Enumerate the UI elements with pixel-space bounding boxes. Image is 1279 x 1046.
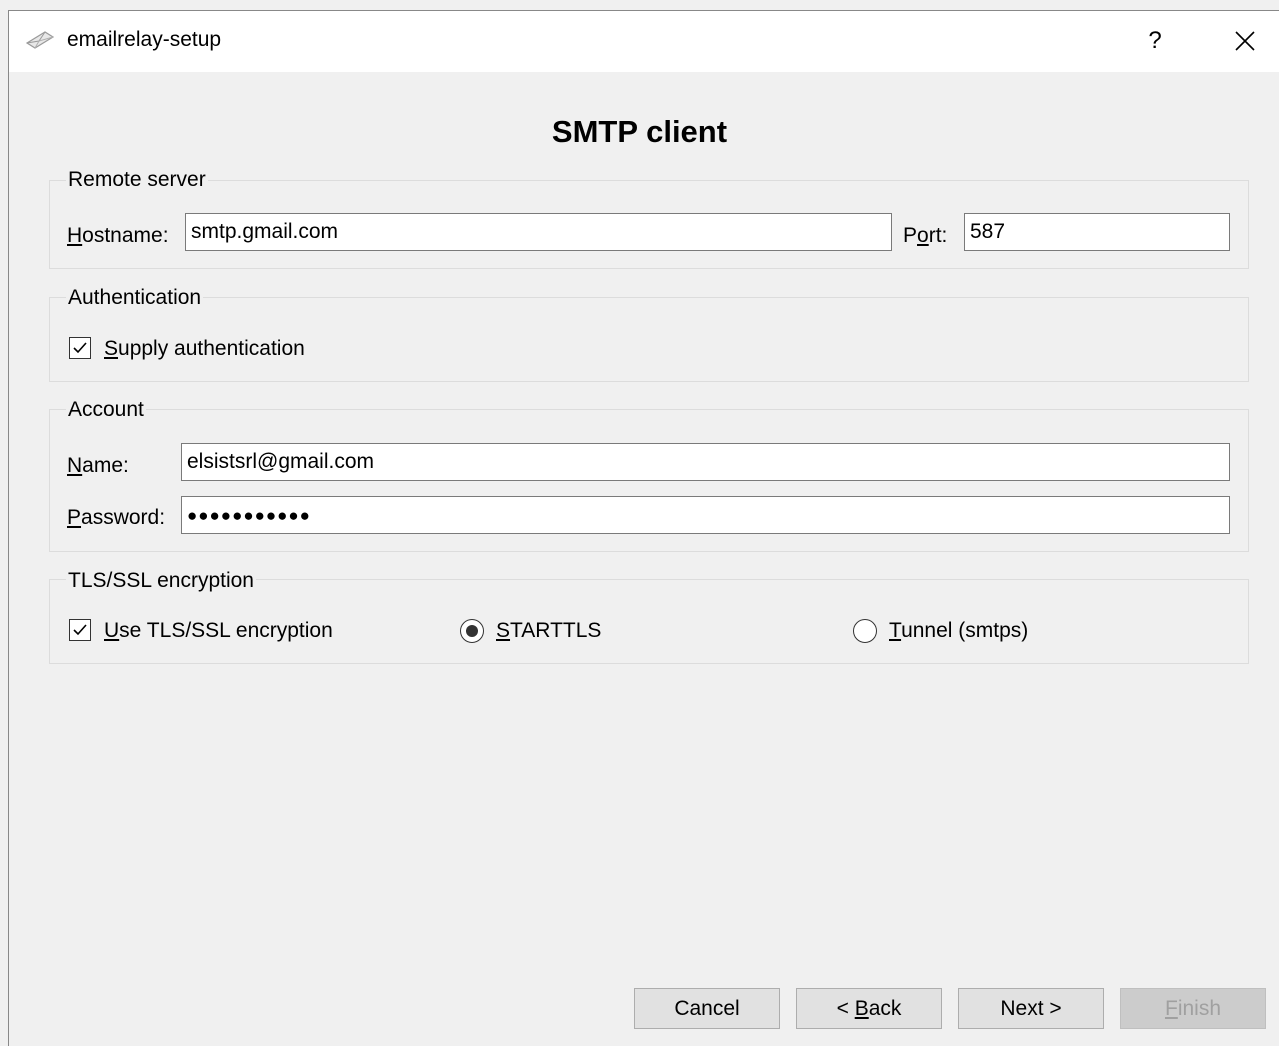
tls-group-title: TLS/SSL encryption xyxy=(66,569,256,593)
next-button[interactable]: Next > xyxy=(958,988,1104,1029)
finish-text: inish xyxy=(1177,996,1222,1020)
radio-selected-dot xyxy=(466,625,478,637)
back-button[interactable]: < Back xyxy=(796,988,942,1029)
hostname-label: Hostname: xyxy=(67,224,169,248)
page-title: SMTP client xyxy=(551,114,728,149)
port-label-pre: P xyxy=(903,224,918,247)
help-button[interactable]: ? xyxy=(1132,12,1178,70)
port-label-post: rt: xyxy=(928,224,948,247)
finish-mnemonic: F xyxy=(1164,996,1178,1020)
account-group-title: Account xyxy=(66,398,146,422)
starttls-label[interactable]: STARTTLS xyxy=(496,619,601,643)
password-mask: ●●●●●●●●●●● xyxy=(187,506,311,525)
name-label-text: ame: xyxy=(82,454,129,477)
remote-server-group-title: Remote server xyxy=(66,168,208,192)
password-label-text: assword: xyxy=(81,506,166,529)
starttls-mnemonic: S xyxy=(496,619,511,642)
name-label: Name: xyxy=(67,454,129,478)
name-label-mnemonic: N xyxy=(67,454,83,477)
back-text: ack xyxy=(868,996,902,1020)
envelope-icon xyxy=(25,31,55,49)
back-prefix: < xyxy=(836,996,855,1020)
supply-authentication-checkbox[interactable] xyxy=(69,337,91,359)
back-mnemonic: B xyxy=(854,996,869,1020)
starttls-text: TARTTLS xyxy=(510,619,602,642)
tunnel-mnemonic: T xyxy=(889,619,902,642)
tunnel-text: unnel (smtps) xyxy=(901,619,1029,642)
close-icon xyxy=(1235,31,1255,51)
password-label: Password: xyxy=(67,506,165,530)
hostname-input[interactable]: smtp.gmail.com xyxy=(185,213,892,251)
cancel-button[interactable]: Cancel xyxy=(634,988,780,1029)
supply-authentication-text: upply authentication xyxy=(118,337,305,360)
hostname-label-mnemonic: H xyxy=(67,224,83,247)
use-tls-checkbox[interactable] xyxy=(69,619,91,641)
password-label-mnemonic: P xyxy=(67,506,82,529)
close-button[interactable] xyxy=(1218,12,1272,70)
port-input[interactable]: 587 xyxy=(964,213,1230,251)
authentication-group-title: Authentication xyxy=(66,286,204,310)
use-tls-mnemonic: U xyxy=(104,619,120,642)
supply-authentication-mnemonic: S xyxy=(104,337,119,360)
name-input[interactable]: elsistsrl@gmail.com xyxy=(181,443,1230,481)
use-tls-label[interactable]: Use TLS/SSL encryption xyxy=(104,619,333,643)
starttls-radio[interactable] xyxy=(460,619,484,643)
tunnel-label[interactable]: Tunnel (smtps) xyxy=(889,619,1028,643)
password-input[interactable]: ●●●●●●●●●●● xyxy=(181,496,1230,534)
tunnel-radio[interactable] xyxy=(853,619,877,643)
checkmark-icon xyxy=(73,624,87,636)
supply-authentication-label[interactable]: Supply authentication xyxy=(104,337,305,361)
checkmark-icon xyxy=(73,342,87,354)
finish-button[interactable]: Finish xyxy=(1120,988,1266,1029)
window-title: emailrelay-setup xyxy=(67,28,222,51)
port-label: Port: xyxy=(903,224,947,248)
use-tls-text: se TLS/SSL encryption xyxy=(119,619,333,642)
port-label-mnemonic: o xyxy=(917,224,929,247)
hostname-label-text: ostname: xyxy=(82,224,169,247)
